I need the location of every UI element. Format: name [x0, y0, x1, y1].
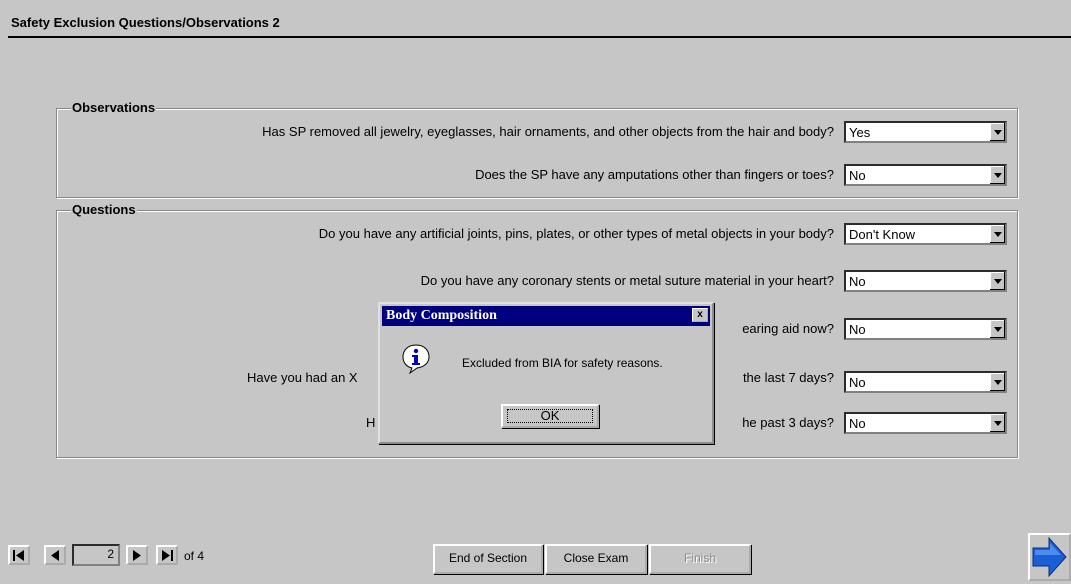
last-icon	[162, 550, 173, 561]
question-text-end: the last 7 days?	[742, 370, 834, 385]
previous-icon	[51, 550, 59, 561]
window-title-bar: Safety Exclusion Questions/Observations …	[8, 12, 1071, 38]
close-icon[interactable]: x	[692, 308, 708, 322]
answer-value: Yes	[849, 125, 871, 140]
question-row: Do you have any coronary stents or metal…	[57, 270, 1007, 292]
focus-ring	[507, 409, 593, 423]
chevron-down-icon[interactable]	[989, 320, 1005, 338]
observation-row: Has SP removed all jewelry, eyeglasses, …	[57, 121, 1007, 143]
answer-value: No	[849, 375, 866, 390]
question-text-end: he past 3 days?	[742, 415, 834, 430]
answer-dropdown[interactable]: No	[844, 164, 1007, 186]
answer-dropdown[interactable]: No	[844, 270, 1007, 292]
dialog-message: Excluded from BIA for safety reasons.	[462, 356, 663, 370]
arrow-right-icon	[1032, 536, 1067, 578]
page-number-field[interactable]: 2	[72, 544, 120, 566]
answer-value: No	[849, 416, 866, 431]
chevron-down-icon[interactable]	[989, 123, 1005, 141]
finish-button[interactable]: Finish	[649, 544, 751, 574]
question-text-start: Have you had an X	[247, 370, 358, 385]
page-count: of 4	[184, 549, 205, 563]
next-section-button[interactable]	[1028, 533, 1071, 581]
answer-dropdown[interactable]: No	[844, 318, 1007, 340]
question-text-start: H	[366, 415, 376, 430]
dialog-title: Body Composition	[386, 308, 497, 323]
answer-value: No	[849, 168, 866, 183]
ok-button[interactable]: OK	[501, 404, 599, 428]
question-text: Do you have any artificial joints, pins,…	[318, 226, 834, 241]
first-record-button[interactable]	[8, 545, 30, 565]
last-record-button[interactable]	[156, 545, 178, 565]
chevron-down-icon[interactable]	[989, 414, 1005, 432]
chevron-down-icon[interactable]	[989, 272, 1005, 290]
question-text: Does the SP have any amputations other t…	[475, 167, 834, 182]
answer-value: No	[849, 274, 866, 289]
questions-label: Questions	[71, 202, 137, 217]
answer-dropdown[interactable]: No	[844, 412, 1007, 434]
answer-dropdown[interactable]: Yes	[844, 121, 1007, 143]
info-icon	[402, 344, 430, 375]
chevron-down-icon[interactable]	[989, 373, 1005, 391]
question-text: earing aid now?	[742, 321, 834, 336]
question-row: Do you have any artificial joints, pins,…	[57, 223, 1007, 245]
question-text: Do you have any coronary stents or metal…	[420, 273, 834, 288]
previous-record-button[interactable]	[44, 545, 66, 565]
chevron-down-icon[interactable]	[989, 225, 1005, 243]
answer-dropdown[interactable]: No	[844, 371, 1007, 393]
body-composition-dialog: Body Composition x Excluded from BIA for…	[378, 302, 714, 444]
window-title: Safety Exclusion Questions/Observations …	[11, 15, 280, 30]
dialog-title-bar: Body Composition x	[382, 306, 710, 326]
next-icon	[133, 550, 141, 561]
answer-value: No	[849, 322, 866, 337]
question-text: Has SP removed all jewelry, eyeglasses, …	[262, 124, 834, 139]
close-exam-button[interactable]: Close Exam	[545, 544, 647, 574]
observations-group: Observations Has SP removed all jewelry,…	[56, 100, 1018, 198]
answer-dropdown[interactable]: Don't Know	[844, 223, 1007, 245]
chevron-down-icon[interactable]	[989, 166, 1005, 184]
first-icon	[13, 550, 24, 561]
end-of-section-button[interactable]: End of Section	[433, 544, 543, 574]
next-record-button[interactable]	[126, 545, 148, 565]
observation-row: Does the SP have any amputations other t…	[57, 164, 1007, 186]
observations-label: Observations	[71, 100, 157, 115]
answer-value: Don't Know	[849, 227, 916, 242]
